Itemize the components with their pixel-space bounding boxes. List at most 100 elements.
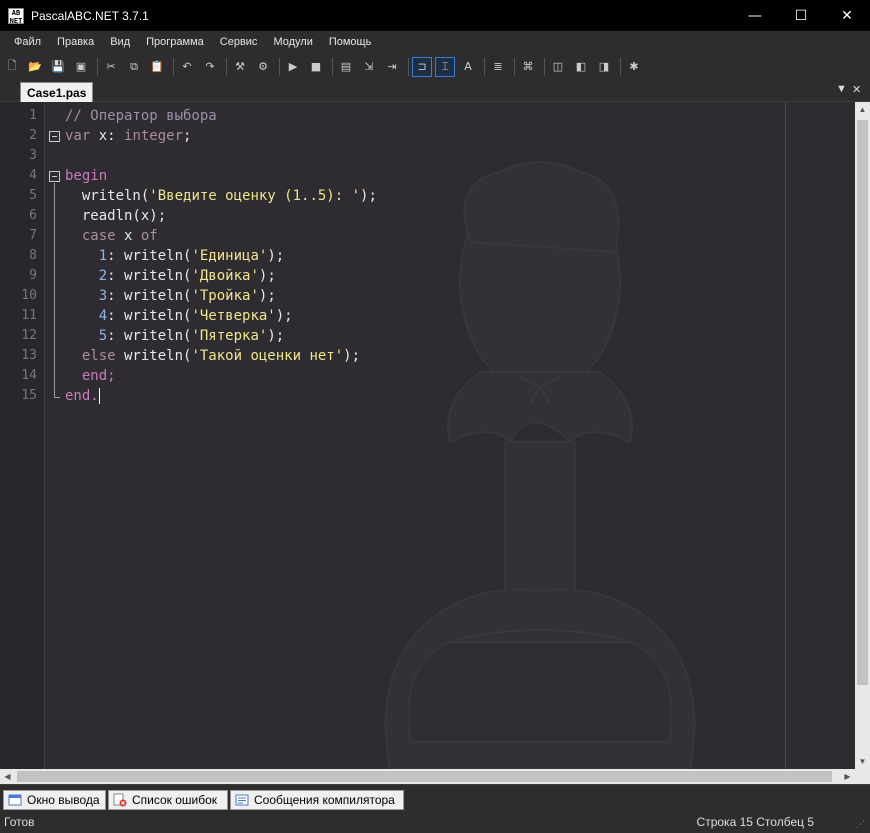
plugin-icon[interactable]: ✱ <box>624 57 644 77</box>
save-all-icon[interactable]: ▣ <box>71 57 91 77</box>
menu-program[interactable]: Программа <box>138 36 212 48</box>
text-cursor <box>98 388 100 404</box>
scroll-up-icon[interactable]: ▲ <box>855 102 870 117</box>
right-margin-guide <box>785 102 786 769</box>
line-number: 14 <box>21 368 37 383</box>
code-token: integer <box>124 128 184 144</box>
line-number: 3 <box>29 148 37 163</box>
code-token: end. <box>65 388 99 404</box>
menu-file[interactable]: Файл <box>6 36 49 48</box>
output-window-icon[interactable]: ⊐ <box>412 56 432 77</box>
tab-compiler-messages[interactable]: Сообщения компилятора <box>230 790 404 810</box>
menu-service[interactable]: Сервис <box>212 36 266 48</box>
code-token: else <box>65 348 116 364</box>
toolbar-separator <box>620 57 621 76</box>
code-token: 2 <box>98 268 108 284</box>
compile-icon[interactable]: ⚒ <box>230 57 250 77</box>
watch-window-icon[interactable]: ⌶ <box>435 56 455 77</box>
error-list-icon <box>113 793 127 807</box>
tab-error-list-label: Список ошибок <box>132 793 218 807</box>
save-icon[interactable]: 💾 <box>48 57 68 77</box>
step-over-icon[interactable]: ⇥ <box>382 57 402 77</box>
code-editor[interactable]: 1 2 3 4 5 6 7 8 9 10 11 12 13 14 15 // Оператор выбора… <box>0 102 855 769</box>
tab-error-list[interactable]: Список ошибок <box>108 790 228 810</box>
code-token: ); <box>267 328 285 344</box>
toolbar-separator <box>332 57 333 76</box>
settings-icon[interactable]: ◨ <box>594 57 614 77</box>
tab-output-window[interactable]: Окно вывода <box>3 790 106 810</box>
code-line: 1: writeln('Единица'); <box>65 246 284 266</box>
menu-view[interactable]: Вид <box>102 36 138 48</box>
open-file-icon[interactable]: 📂 <box>25 57 45 77</box>
code-token: ); <box>360 188 377 204</box>
cut-icon[interactable]: ✂ <box>101 57 121 77</box>
background-character-art <box>384 161 696 769</box>
tools-icon[interactable]: ◧ <box>571 57 591 77</box>
scroll-left-icon[interactable]: ◀ <box>0 769 15 784</box>
code-token: ); <box>267 248 285 264</box>
new-file-icon[interactable]: 🗋 <box>2 57 22 77</box>
paste-icon[interactable]: 📋 <box>147 57 167 77</box>
line-number: 1 <box>29 108 37 123</box>
code-token: 'Введите оценку (1..5): ' <box>149 188 361 204</box>
run-icon[interactable]: ▶ <box>283 57 303 77</box>
scroll-right-icon[interactable]: ▶ <box>840 769 855 784</box>
line-number: 12 <box>21 328 37 343</box>
window-title: PascalABC.NET 3.7.1 <box>31 8 149 23</box>
scroll-down-icon[interactable]: ▼ <box>855 754 870 769</box>
menu-edit[interactable]: Правка <box>49 36 102 48</box>
cursor-position-text: Строка 15 Столбец 5 <box>696 815 814 829</box>
title-bar: AB NET PascalABC.NET 3.7.1 — ☐ ✕ <box>0 0 870 31</box>
code-token: 4 <box>98 308 108 324</box>
horizontal-scroll-thumb[interactable] <box>17 771 832 782</box>
fold-toggle-begin-icon[interactable] <box>49 171 60 182</box>
code-line: var x: integer; <box>65 126 191 146</box>
code-token: : writeln( <box>107 308 192 324</box>
code-token: 3 <box>98 288 108 304</box>
menu-modules[interactable]: Модули <box>265 36 320 48</box>
line-number: 15 <box>21 388 37 403</box>
code-token: ); <box>275 308 293 324</box>
format-code-icon[interactable]: ≣ <box>488 57 508 77</box>
toolbar-separator <box>226 57 227 76</box>
debug-icon[interactable]: ▤ <box>336 57 356 77</box>
menu-help[interactable]: Помощь <box>321 36 380 48</box>
vertical-scrollbar[interactable]: ▲ ▼ <box>855 102 870 769</box>
redo-icon[interactable]: ↷ <box>200 57 220 77</box>
window-controls: — ☐ ✕ <box>732 0 870 31</box>
build-icon[interactable]: ⚙ <box>253 57 273 77</box>
status-bar: Готов Строка 15 Столбец 5 ⋰ <box>0 811 870 833</box>
scrollbar-corner <box>855 769 870 784</box>
tab-list-dropdown-icon[interactable]: ▼ <box>836 83 847 95</box>
vertical-scroll-thumb[interactable] <box>857 120 868 685</box>
code-line: writeln('Введите оценку (1..5): '); <box>65 186 377 206</box>
form-designer-icon[interactable]: ◫ <box>548 57 568 77</box>
code-template-icon[interactable]: ⌘ <box>518 57 538 77</box>
stop-icon[interactable]: ■ <box>306 57 326 77</box>
tab-case1-pas[interactable]: Case1.pas <box>20 82 94 102</box>
undo-icon[interactable]: ↶ <box>177 57 197 77</box>
copy-icon[interactable]: ⧉ <box>124 57 144 77</box>
spell-check-icon[interactable]: A <box>458 57 478 77</box>
close-button[interactable]: ✕ <box>824 0 870 31</box>
toolbar-separator <box>514 57 515 76</box>
code-token: 1 <box>98 248 108 264</box>
code-token: begin <box>65 168 108 184</box>
code-line: 3: writeln('Тройка'); <box>65 286 276 306</box>
toolbar: 🗋 📂 💾 ▣ ✂ ⧉ 📋 ↶ ↷ ⚒ ⚙ ▶ ■ ▤ ⇲ ⇥ ⊐ ⌶ A ≣ ⌘ ◫ ◧ ◨ ✱ <box>0 53 870 80</box>
close-tab-icon[interactable]: ✕ <box>852 83 861 96</box>
code-token: ); <box>258 288 276 304</box>
horizontal-scrollbar[interactable]: ◀ ▶ <box>0 769 855 784</box>
menu-bar: Файл Правка Вид Программа Сервис Модули … <box>0 31 870 53</box>
code-line: end. <box>65 386 100 406</box>
code-line: else writeln('Такой оценки нет'); <box>65 346 360 366</box>
step-into-icon[interactable]: ⇲ <box>359 57 379 77</box>
code-token: 'Тройка' <box>191 288 259 304</box>
maximize-button[interactable]: ☐ <box>778 0 824 31</box>
minimize-button[interactable]: — <box>732 0 778 31</box>
resize-grip-icon[interactable]: ⋰ <box>856 819 868 831</box>
code-token: : writeln( <box>107 268 192 284</box>
fold-toggle-var-icon[interactable] <box>49 131 60 142</box>
